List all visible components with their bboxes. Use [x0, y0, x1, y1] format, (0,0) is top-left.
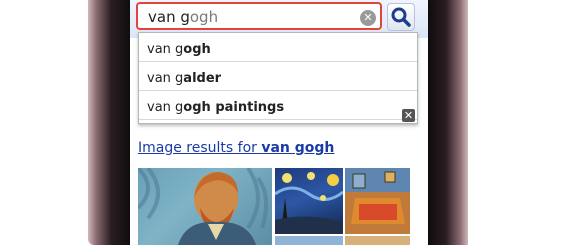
- portrait-painting-image: [138, 168, 269, 245]
- clear-icon[interactable]: ✕: [360, 10, 376, 26]
- image-results-link[interactable]: Image results for van gogh: [138, 140, 334, 156]
- phone-screen: van gogh ✕ van gogh van galder van gogh …: [130, 0, 428, 245]
- image-thumbnail[interactable]: [275, 236, 343, 245]
- image-thumbnail[interactable]: [345, 168, 410, 234]
- suggestion-completion: ogh: [183, 42, 211, 57]
- results-heading-prefix: Image results for: [138, 140, 262, 156]
- phone-bezel-right: [428, 0, 468, 245]
- suggestion-completion: ogh paintings: [183, 100, 285, 115]
- suggestion-completion: alder: [183, 71, 222, 86]
- suggestion-item[interactable]: van gogh: [139, 33, 417, 62]
- search-autocomplete-text: ogh: [189, 8, 219, 26]
- bedroom-painting-image: [345, 168, 410, 234]
- results-heading-query: van gogh: [261, 140, 335, 156]
- search-typed-text: van g: [148, 8, 190, 26]
- image-thumbnail[interactable]: [138, 168, 272, 245]
- phone-bezel-left: [88, 0, 130, 245]
- search-icon: [391, 7, 411, 27]
- suggestion-item[interactable]: van galder: [139, 62, 417, 91]
- image-thumbnail[interactable]: [345, 236, 410, 245]
- suggestion-item[interactable]: van gogh paintings: [139, 91, 417, 120]
- search-button[interactable]: [387, 3, 415, 31]
- image-thumbnail[interactable]: [275, 168, 343, 234]
- suggestions-dropdown: van gogh van galder van gogh paintings ✕: [138, 32, 418, 124]
- starry-night-image: [275, 172, 343, 234]
- suggestion-prefix: van g: [147, 42, 184, 57]
- suggestion-prefix: van g: [147, 100, 184, 115]
- close-icon[interactable]: ✕: [402, 109, 415, 122]
- suggestion-prefix: van g: [147, 71, 184, 86]
- search-input[interactable]: van gogh: [136, 2, 382, 30]
